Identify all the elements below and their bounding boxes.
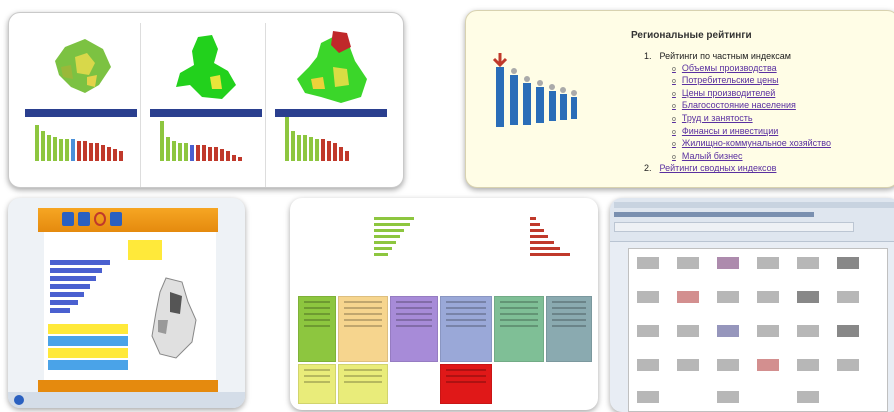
horizontal-bar-chart <box>50 260 120 316</box>
ranking-bars-icon <box>492 53 577 127</box>
app-toolbar <box>38 208 218 232</box>
tables-thumbnail[interactable] <box>290 198 598 410</box>
figure-thumb <box>837 291 859 303</box>
figure-thumb <box>717 391 739 403</box>
figure-thumb <box>797 291 819 303</box>
bar-chart-1 <box>35 99 135 161</box>
figure-thumb <box>797 391 819 403</box>
region-map-2 <box>176 35 236 99</box>
table-block <box>298 364 336 404</box>
figure-thumb <box>757 291 779 303</box>
figure-thumb <box>677 359 699 371</box>
figure-thumb <box>797 359 819 371</box>
subitem-link[interactable]: Жилищно-коммунальное хозяйство <box>644 138 831 151</box>
subitem-link[interactable]: Труд и занятость <box>644 113 831 126</box>
figure-thumb <box>637 359 659 371</box>
region-map-3 <box>297 31 367 103</box>
editor-ribbon <box>610 198 894 242</box>
app-window-thumbnail[interactable] <box>8 198 245 408</box>
figure-thumb <box>717 291 739 303</box>
subitem-link[interactable]: Потребительские цены <box>644 75 831 88</box>
figure-thumb <box>677 257 699 269</box>
figure-thumb <box>637 325 659 337</box>
app-content <box>44 232 216 380</box>
bar-chart-2 <box>160 99 260 161</box>
red-bar-chart <box>480 214 580 284</box>
figure-thumb <box>757 325 779 337</box>
figure-thumb <box>757 257 779 269</box>
map-panel-3 <box>269 23 391 187</box>
data-table <box>48 324 128 376</box>
figure-thumb <box>797 257 819 269</box>
document-page <box>628 248 888 412</box>
map-panel-1 <box>19 23 141 187</box>
region-map-1 <box>55 39 111 93</box>
table-block <box>440 364 492 404</box>
highlight-box <box>128 240 162 260</box>
item-number: 1. <box>644 51 652 61</box>
subitem-link[interactable]: Объемы производства <box>644 63 831 76</box>
figure-thumb <box>637 291 659 303</box>
table-block <box>440 296 492 362</box>
start-icon <box>14 395 24 405</box>
item-label-link[interactable]: Рейтинги сводных индексов <box>660 163 777 175</box>
map-panel-2 <box>144 23 266 187</box>
toolbar-icon <box>62 212 74 226</box>
table-block <box>298 296 336 362</box>
ratings-item-2: 2. Рейтинги сводных индексов <box>644 163 831 175</box>
item-number: 2. <box>644 163 652 174</box>
toolbar-icon <box>110 212 122 226</box>
figure-thumb <box>717 325 739 337</box>
ratings-thumbnail[interactable]: Региональные рейтинги 1. Рейтинги по час… <box>465 10 894 188</box>
ratings-item-1: 1. Рейтинги по частным индексам <box>644 51 831 63</box>
table-block <box>546 296 592 362</box>
figure-thumb <box>837 359 859 371</box>
figure-thumb <box>677 325 699 337</box>
figure-thumb <box>757 359 779 371</box>
figure-thumb <box>637 257 659 269</box>
ratings-title: Региональные рейтинги <box>631 30 752 41</box>
subitem-link[interactable]: Цены производителей <box>644 88 831 101</box>
figure-thumb <box>797 325 819 337</box>
toolbar-icon <box>94 212 106 226</box>
green-bar-chart <box>330 214 420 284</box>
subitem-link[interactable]: Благосостояние населения <box>644 100 831 113</box>
table-block <box>494 296 544 362</box>
toolbar-icon <box>78 212 90 226</box>
table-block <box>338 296 388 362</box>
map-charts-thumbnail[interactable] <box>8 12 404 188</box>
figure-thumb <box>837 257 859 269</box>
figure-thumb <box>717 257 739 269</box>
table-block <box>390 296 438 362</box>
bar-chart-3 <box>285 99 385 161</box>
figure-thumb <box>717 359 739 371</box>
item-label: Рейтинги по частным индексам <box>659 51 791 61</box>
ratings-list: 1. Рейтинги по частным индексам Объемы п… <box>644 51 831 175</box>
region-map-grey <box>151 277 197 359</box>
figure-thumb <box>637 391 659 403</box>
subitem-link[interactable]: Финансы и инвестиции <box>644 126 831 139</box>
figure-thumb <box>677 291 699 303</box>
taskbar <box>8 392 245 408</box>
figure-thumb <box>837 325 859 337</box>
table-block <box>338 364 388 404</box>
document-thumbnail[interactable] <box>610 198 894 412</box>
subitem-link[interactable]: Малый бизнес <box>644 151 831 164</box>
